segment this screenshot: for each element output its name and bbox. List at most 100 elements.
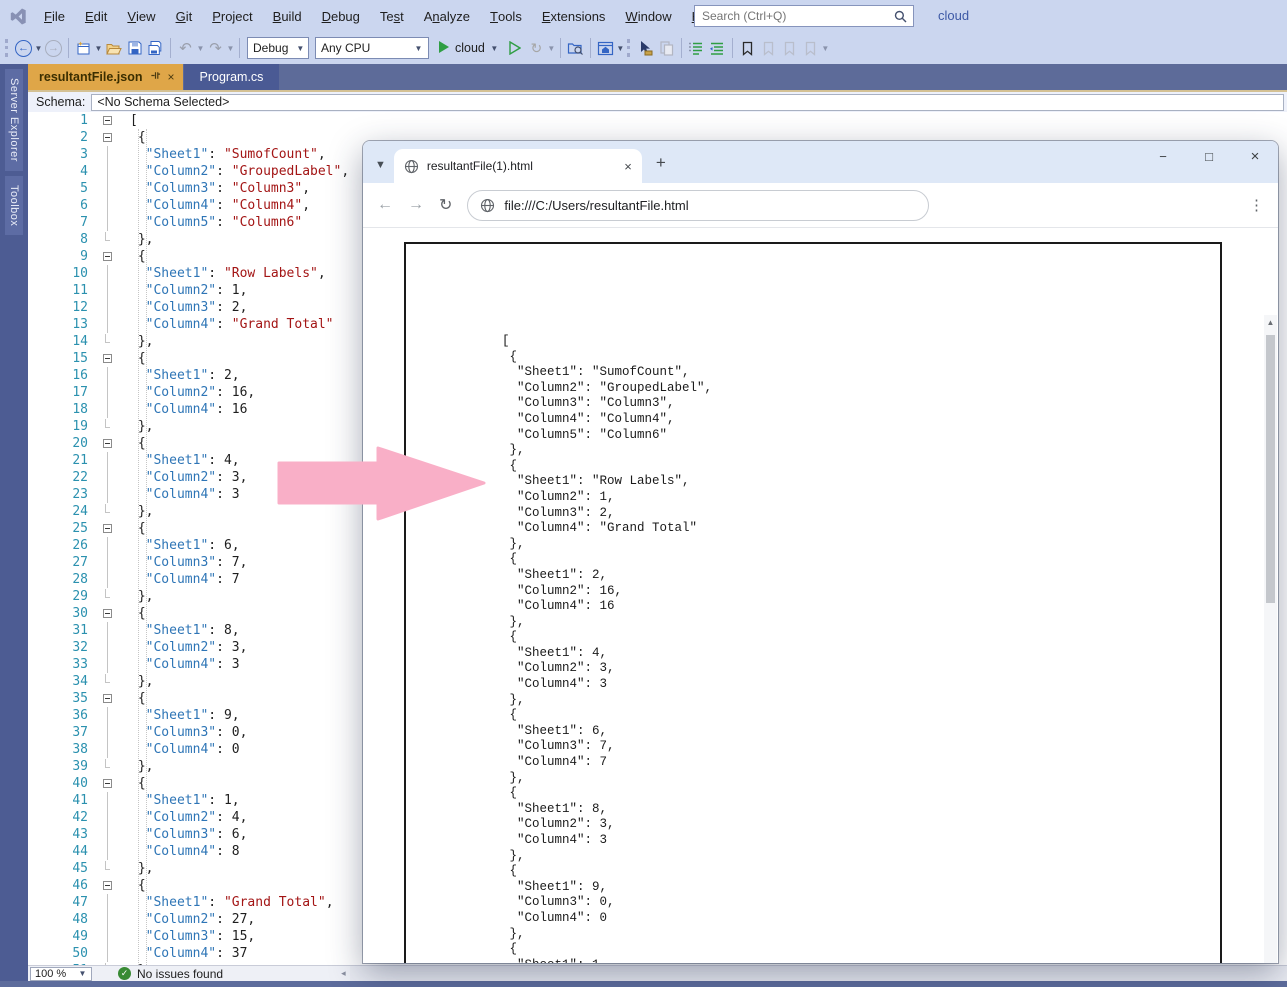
- redo-dropdown[interactable]: ▼: [226, 44, 235, 53]
- pointer-tool-icon[interactable]: [636, 39, 655, 58]
- fold-collapse-box[interactable]: [88, 877, 126, 894]
- format-document-icon[interactable]: [687, 39, 706, 58]
- line-number: 31: [28, 623, 88, 638]
- menu-test[interactable]: Test: [370, 0, 414, 32]
- fold-collapse-box[interactable]: [88, 690, 126, 707]
- save-all-icon[interactable]: [146, 39, 165, 58]
- navigate-back-button[interactable]: ←: [14, 39, 33, 58]
- fold-collapse-box[interactable]: [88, 129, 126, 146]
- scrollbar-thumb[interactable]: [1266, 335, 1275, 603]
- menu-window[interactable]: Window: [615, 0, 681, 32]
- editor-line[interactable]: 1[: [28, 112, 1287, 129]
- next-bookmark-icon[interactable]: [780, 39, 799, 58]
- horizontal-scrollbar[interactable]: [350, 966, 1287, 981]
- new-project-icon[interactable]: [74, 39, 93, 58]
- browser-reload-icon[interactable]: ↻: [439, 195, 452, 215]
- open-file-icon[interactable]: [104, 39, 123, 58]
- fold-collapse-box[interactable]: [88, 248, 126, 265]
- fold-collapse-box[interactable]: [88, 112, 126, 129]
- solution-platform-dropdown[interactable]: Any CPU▼: [315, 37, 429, 59]
- find-in-files-icon[interactable]: [566, 39, 585, 58]
- close-tab-icon[interactable]: ×: [168, 70, 175, 84]
- menu-file[interactable]: File: [34, 0, 75, 32]
- new-tab-button[interactable]: +: [656, 153, 666, 173]
- browser-menu-icon[interactable]: ⋮: [1249, 196, 1264, 214]
- code-text: "Column3": 7,: [126, 555, 247, 570]
- hot-reload-dropdown[interactable]: ▼: [547, 44, 556, 53]
- new-project-dropdown[interactable]: ▼: [94, 44, 103, 53]
- fold-collapse-box[interactable]: [88, 775, 126, 792]
- fold-guide-line: [88, 146, 126, 163]
- paste-icon[interactable]: [657, 39, 676, 58]
- minimize-window-button[interactable]: −: [1140, 141, 1186, 171]
- start-debugging-button[interactable]: cloud ▼: [438, 40, 499, 57]
- tool-window-server-explorer[interactable]: Server Explorer: [5, 69, 23, 171]
- code-text: {: [126, 351, 146, 366]
- scroll-up-arrow[interactable]: ▲: [1264, 318, 1277, 327]
- line-number: 6: [28, 198, 88, 213]
- browser-tab[interactable]: resultantFile(1).html ×: [394, 149, 642, 183]
- fold-collapse-box[interactable]: [88, 435, 126, 452]
- toggle-bookmark-icon[interactable]: [738, 39, 757, 58]
- solution-explorer-home-icon[interactable]: [596, 39, 615, 58]
- previous-bookmark-icon[interactable]: [759, 39, 778, 58]
- solution-configuration-dropdown[interactable]: Debug▼: [247, 37, 309, 59]
- maximize-window-button[interactable]: □: [1186, 141, 1232, 171]
- fold-collapse-box[interactable]: [88, 520, 126, 537]
- fold-guide-line: [88, 741, 126, 758]
- hscroll-left-arrow[interactable]: ◂: [341, 968, 346, 979]
- menu-analyze[interactable]: Analyze: [414, 0, 480, 32]
- fold-guide-line: [88, 792, 126, 809]
- line-number: 33: [28, 657, 88, 672]
- menu-project[interactable]: Project: [202, 0, 262, 32]
- clear-bookmarks-icon[interactable]: [801, 39, 820, 58]
- hot-reload-icon[interactable]: ↻: [527, 39, 546, 58]
- code-text: },: [126, 861, 153, 876]
- undo-dropdown[interactable]: ▼: [196, 44, 205, 53]
- menu-extensions[interactable]: Extensions: [532, 0, 616, 32]
- browser-scrollbar[interactable]: ▲: [1264, 315, 1277, 963]
- browser-back-icon[interactable]: ←: [377, 196, 393, 214]
- toolbar-grip-2[interactable]: [627, 39, 631, 57]
- menu-git[interactable]: Git: [166, 0, 203, 32]
- account-label[interactable]: cloud: [938, 8, 969, 23]
- site-info-globe-icon[interactable]: [480, 198, 495, 213]
- navigate-forward-button[interactable]: →: [44, 39, 63, 58]
- search-box[interactable]: [694, 5, 914, 27]
- rendered-json-text: [ { "Sheet1": "SumofCount", "Column2": "…: [406, 244, 1220, 963]
- tab-program-cs[interactable]: Program.cs: [184, 64, 280, 90]
- browser-forward-icon[interactable]: →: [408, 196, 424, 214]
- close-browser-tab-icon[interactable]: ×: [624, 159, 632, 174]
- menu-build[interactable]: Build: [263, 0, 312, 32]
- tool-window-toolbox[interactable]: Toolbox: [5, 176, 23, 235]
- save-icon[interactable]: [125, 39, 144, 58]
- format-selection-icon[interactable]: [708, 39, 727, 58]
- navigate-back-dropdown[interactable]: ▼: [34, 44, 43, 53]
- menu-debug[interactable]: Debug: [312, 0, 370, 32]
- editor-zoom-dropdown[interactable]: 100 %▼: [30, 967, 92, 981]
- line-number: 26: [28, 538, 88, 553]
- code-text: "Column3": 2,: [126, 300, 247, 315]
- toolbar-grip[interactable]: [5, 39, 9, 57]
- pin-tab-icon[interactable]: [150, 70, 161, 84]
- line-number: 48: [28, 912, 88, 927]
- schema-dropdown[interactable]: <No Schema Selected>: [91, 94, 1284, 111]
- solution-explorer-dropdown[interactable]: ▼: [616, 44, 625, 53]
- code-text: "Column4": 8: [126, 844, 240, 859]
- fold-guide-line: [88, 843, 126, 860]
- fold-collapse-box[interactable]: [88, 605, 126, 622]
- toolbar-overflow-dropdown[interactable]: ▼: [821, 44, 830, 53]
- menu-view[interactable]: View: [117, 0, 165, 32]
- start-without-debugging-button[interactable]: [506, 39, 525, 58]
- menu-edit[interactable]: Edit: [75, 0, 117, 32]
- fold-guide-line: [88, 911, 126, 928]
- close-window-button[interactable]: ×: [1232, 141, 1278, 171]
- menu-tools[interactable]: Tools: [480, 0, 532, 32]
- redo-icon[interactable]: ↷: [206, 39, 225, 58]
- address-bar[interactable]: file:///C:/Users/resultantFile.html: [467, 190, 929, 221]
- undo-icon[interactable]: ↶: [176, 39, 195, 58]
- tab-resultantfile-json[interactable]: resultantFile.json ×: [28, 64, 183, 90]
- search-input[interactable]: [695, 9, 894, 23]
- fold-collapse-box[interactable]: [88, 350, 126, 367]
- tab-search-chevron-icon[interactable]: ▼: [375, 159, 386, 171]
